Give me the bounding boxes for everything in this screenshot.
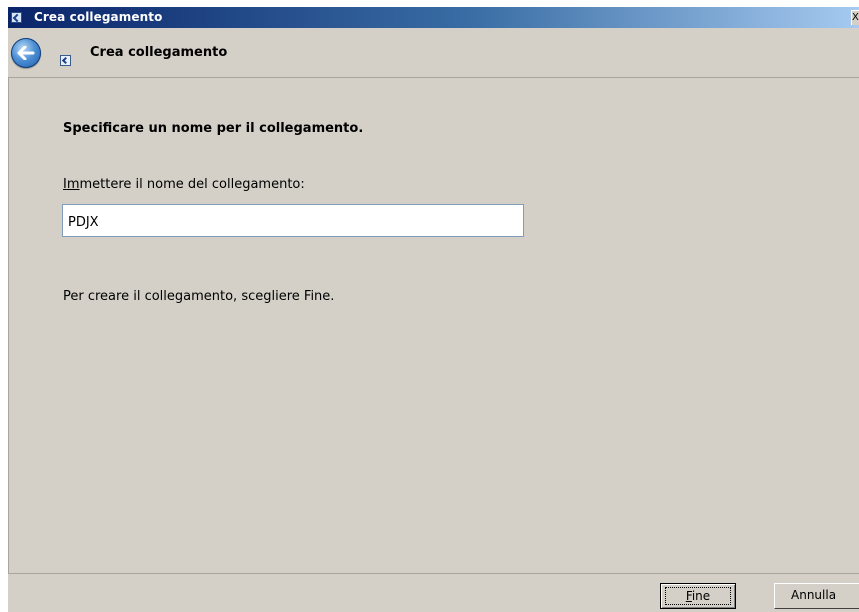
- shortcut-icon: [60, 55, 71, 66]
- shortcut-name-input[interactable]: [62, 204, 524, 237]
- cancel-button[interactable]: Annulla: [774, 583, 859, 609]
- shortcut-icon: [11, 12, 22, 23]
- finish-label: ine: [691, 589, 711, 603]
- close-icon: X: [852, 12, 859, 23]
- finish-button[interactable]: Fine: [660, 583, 736, 609]
- label-rest: mettere il nome del collegamento:: [79, 177, 305, 192]
- wizard-header: Crea collegamento: [8, 28, 859, 77]
- back-arrow-icon: [17, 46, 35, 60]
- title-bar[interactable]: Crea collegamento X: [8, 7, 859, 28]
- window-title: Crea collegamento: [34, 10, 163, 24]
- back-button[interactable]: [11, 38, 41, 68]
- shortcut-name-label: Immettere il nome del collegamento:: [63, 177, 305, 192]
- mnemonic-letter-2: m: [66, 177, 80, 192]
- wizard-footer: Fine Annulla: [8, 574, 859, 612]
- instruction-heading: Specificare un nome per il collegamento.: [63, 121, 364, 136]
- wizard-content: Specificare un nome per il collegamento.…: [8, 78, 859, 574]
- close-button[interactable]: X: [851, 10, 859, 25]
- finish-button-focus: Fine: [665, 587, 731, 605]
- wizard-title: Crea collegamento: [90, 45, 228, 60]
- finish-hint: Per creare il collegamento, scegliere Fi…: [63, 289, 335, 304]
- shortcut-wizard-window: Crea collegamento X Crea collegamento Sp…: [8, 7, 859, 612]
